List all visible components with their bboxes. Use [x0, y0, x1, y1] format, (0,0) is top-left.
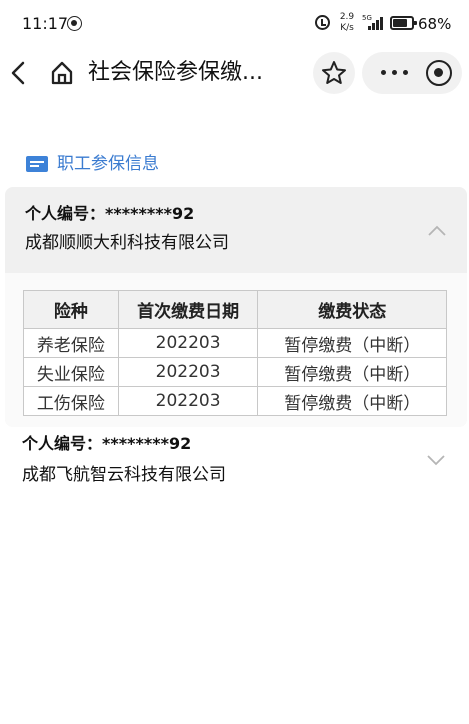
person-id-value: ********92 [102, 434, 192, 453]
company-name: 成都顺顺大利科技有限公司 [25, 233, 229, 253]
signal-icon: 5G [362, 14, 384, 32]
table-header-row: 险种 首次缴费日期 缴费状态 [23, 290, 447, 329]
company-name: 成都飞航智云科技有限公司 [22, 465, 226, 485]
chevron-up-icon[interactable] [427, 225, 447, 237]
first-payment-date-cell: 202203 [117, 328, 259, 358]
payment-status-cell: 暂停缴费（中断） [257, 357, 447, 387]
back-arrow-icon[interactable] [8, 58, 30, 88]
person-id-label: 个人编号： [22, 434, 103, 453]
section-title: 职工参保信息 [57, 154, 159, 174]
insurance-detail: 险种 首次缴费日期 缴费状态 养老保险 202203 暂停缴费（中断） 失业保险… [5, 273, 467, 427]
table-row: 工伤保险 202203 暂停缴费（中断） [23, 386, 447, 416]
company-card-expanded: 个人编号：********92 成都顺顺大利科技有限公司 险种 首次缴费日期 缴… [5, 187, 467, 427]
company-card-collapsed[interactable]: 个人编号：********92 成都飞航智云科技有限公司 [0, 427, 469, 497]
payment-status-cell: 暂停缴费（中断） [257, 328, 447, 358]
insurance-table: 险种 首次缴费日期 缴费状态 养老保险 202203 暂停缴费（中断） 失业保险… [23, 290, 447, 416]
more-icon[interactable] [372, 52, 418, 94]
battery-percent: 68% [418, 15, 452, 33]
header-insurance-type: 险种 [23, 290, 119, 329]
app-notification-icon [67, 16, 82, 31]
network-speed-unit: K/s [340, 23, 354, 33]
insurance-type-cell: 养老保险 [23, 328, 119, 358]
mini-program-capsule [362, 52, 462, 94]
favorite-button[interactable] [313, 52, 355, 94]
status-time: 11:17 [22, 14, 69, 33]
alarm-icon [315, 15, 330, 30]
person-id-label: 个人编号： [25, 204, 106, 223]
header-first-payment-date: 首次缴费日期 [117, 290, 259, 329]
first-payment-date-cell: 202203 [117, 386, 259, 416]
nav-bar: 社会保险参保缴... [0, 48, 469, 98]
payment-status-cell: 暂停缴费（中断） [257, 386, 447, 416]
insurance-type-cell: 工伤保险 [23, 386, 119, 416]
company-card-header[interactable]: 个人编号：********92 成都顺顺大利科技有限公司 [5, 187, 467, 273]
id-card-icon [26, 156, 48, 172]
network-speed-value: 2.9 [339, 12, 355, 22]
home-icon[interactable] [50, 60, 74, 86]
status-bar: 11:17 2.9 K/s 5G 68% [0, 0, 469, 48]
battery-icon [390, 16, 417, 30]
person-id: 个人编号：********92 [22, 433, 191, 455]
table-row: 养老保险 202203 暂停缴费（中断） [23, 328, 447, 358]
table-row: 失业保险 202203 暂停缴费（中断） [23, 357, 447, 387]
header-payment-status: 缴费状态 [257, 290, 447, 329]
chevron-down-icon[interactable] [426, 454, 446, 466]
person-id-value: ********92 [105, 204, 195, 223]
insurance-type-cell: 失业保险 [23, 357, 119, 387]
target-icon[interactable] [426, 60, 452, 86]
network-speed: 2.9 K/s [336, 12, 358, 34]
first-payment-date-cell: 202203 [117, 357, 259, 387]
person-id: 个人编号：********92 [25, 203, 194, 225]
star-icon [322, 61, 346, 84]
page-title: 社会保险参保缴... [88, 60, 263, 85]
network-type: 5G [362, 14, 372, 22]
